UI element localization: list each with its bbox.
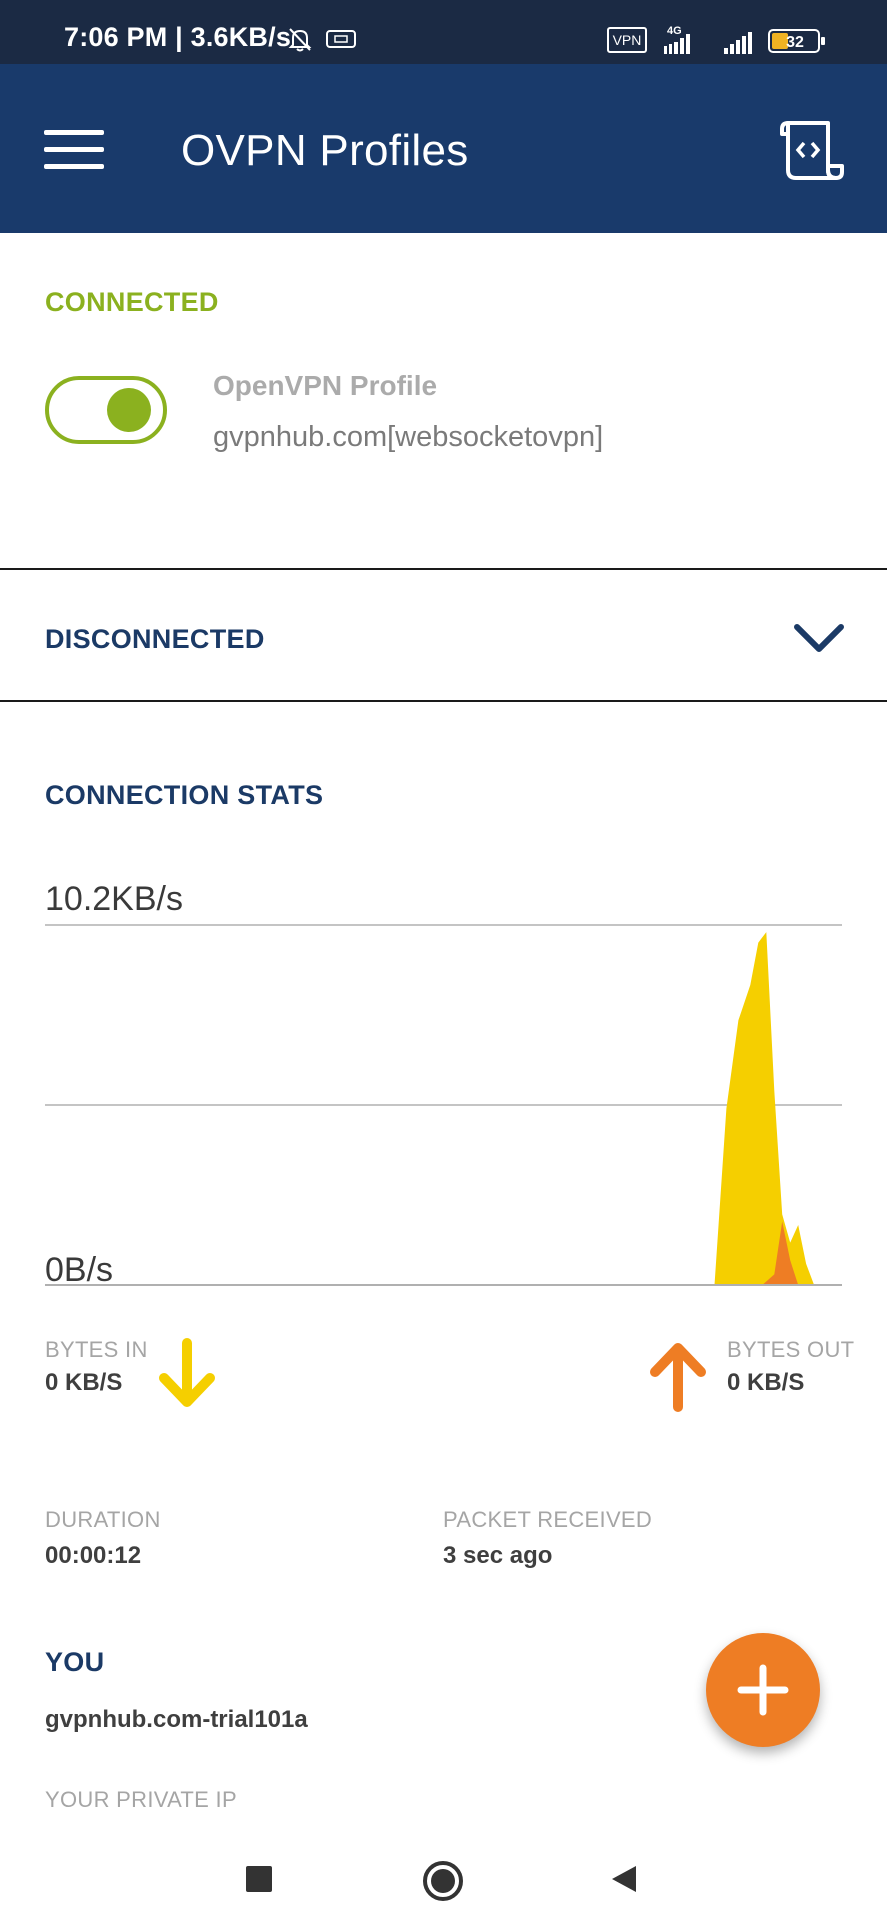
- connection-toggle[interactable]: [45, 376, 167, 444]
- arrow-up-icon: [650, 1343, 706, 1412]
- packet-received-value: 3 sec ago: [443, 1542, 553, 1569]
- duration-label: DURATION: [45, 1507, 161, 1532]
- svg-text:4G: 4G: [667, 25, 682, 37]
- bytes-out-value: 0 KB/S: [727, 1369, 805, 1396]
- page-title: OVPN Profiles: [181, 126, 469, 175]
- username-value: gvpnhub.com-trial101a: [45, 1706, 308, 1733]
- chevron-down-icon[interactable]: [794, 622, 844, 654]
- app-bar: OVPN Profiles: [0, 64, 887, 233]
- connected-header: CONNECTED: [45, 287, 219, 317]
- svg-text:32: 32: [786, 34, 804, 51]
- section-divider: [0, 700, 887, 702]
- connection-stats-header: CONNECTION STATS: [45, 780, 324, 810]
- packet-received-label: PACKET RECEIVED: [443, 1507, 653, 1532]
- bytes-in-label: BYTES IN: [45, 1337, 148, 1362]
- plus-icon: [737, 1664, 789, 1716]
- disconnected-header: DISCONNECTED: [45, 624, 265, 654]
- navigation-bar: [0, 1812, 887, 1920]
- svg-text:VPN: VPN: [613, 32, 642, 48]
- status-time-speed: 7:06 PM | 3.6KB/s: [64, 22, 292, 52]
- card-icon: [326, 30, 356, 48]
- you-header: YOU: [45, 1647, 105, 1677]
- script-icon[interactable]: [778, 118, 844, 184]
- toggle-knob: [107, 388, 151, 432]
- private-ip-label: YOUR PRIVATE IP: [45, 1787, 237, 1812]
- arrow-down-icon: [159, 1338, 215, 1407]
- bell-off-icon: [288, 28, 312, 52]
- bytes-in-area: [45, 932, 842, 1285]
- profile-name: OpenVPN Profile: [213, 370, 438, 401]
- traffic-chart: [45, 924, 842, 1286]
- bytes-out-label: BYTES OUT: [727, 1337, 855, 1362]
- home-icon[interactable]: [421, 1859, 465, 1903]
- bytes-in-value: 0 KB/S: [45, 1369, 123, 1396]
- back-icon[interactable]: [608, 1863, 640, 1895]
- add-profile-button[interactable]: [706, 1633, 820, 1747]
- vpn-icon: VPN: [607, 27, 647, 53]
- disconnected-row[interactable]: DISCONNECTED: [0, 570, 887, 700]
- menu-icon[interactable]: [44, 130, 104, 170]
- profile-server: gvpnhub.com[websocketovpn]: [213, 421, 604, 453]
- duration-value: 00:00:12: [45, 1542, 142, 1569]
- signal-icon: 4G: [664, 25, 752, 54]
- status-bar: 7:06 PM | 3.6KB/s VPN 4G 32: [0, 0, 887, 64]
- recent-apps-icon[interactable]: [244, 1864, 274, 1894]
- battery-icon: 32: [768, 29, 825, 53]
